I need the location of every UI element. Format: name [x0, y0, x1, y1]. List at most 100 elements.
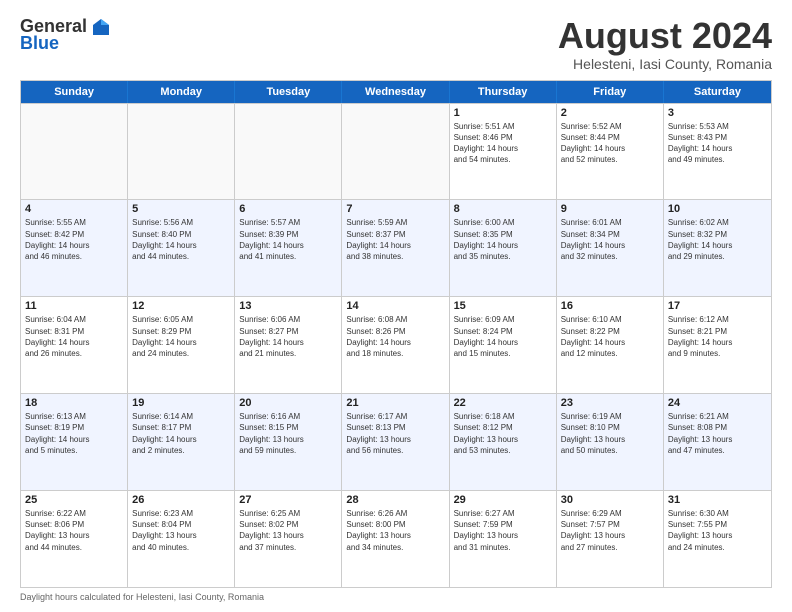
- day-info: Sunrise: 6:06 AM Sunset: 8:27 PM Dayligh…: [239, 314, 337, 359]
- header-day-saturday: Saturday: [664, 81, 771, 103]
- day-number: 23: [561, 397, 659, 409]
- empty-cell: [128, 104, 235, 200]
- day-number: 26: [132, 494, 230, 506]
- day-number: 27: [239, 494, 337, 506]
- empty-cell: [235, 104, 342, 200]
- day-cell-16: 16 Sunrise: 6:10 AM Sunset: 8:22 PM Dayli…: [557, 297, 664, 393]
- day-number: 18: [25, 397, 123, 409]
- day-number: 3: [668, 107, 767, 119]
- day-info: Sunrise: 5:57 AM Sunset: 8:39 PM Dayligh…: [239, 217, 337, 262]
- day-cell-23: 23Sunrise: 6:19 AM Sunset: 8:10 PM Dayli…: [557, 394, 664, 490]
- day-number: 16: [561, 300, 659, 312]
- day-info: Sunrise: 6:21 AM Sunset: 8:08 PM Dayligh…: [668, 411, 767, 456]
- day-number: 19: [132, 397, 230, 409]
- day-cell-26: 26 Sunrise: 6:23 AM Sunset: 8:04 PM Dayli…: [128, 491, 235, 587]
- day-number: 25: [25, 494, 123, 506]
- day-number: 2: [561, 107, 659, 119]
- day-number: 22: [454, 397, 552, 409]
- day-cell-8: 8 Sunrise: 6:00 AM Sunset: 8:35 PM Daylig…: [450, 200, 557, 296]
- day-number: 13: [239, 300, 337, 312]
- day-cell-1: 1Sunrise: 5:51 AM Sunset: 8:46 PM Daylig…: [450, 104, 557, 200]
- subtitle: Helesteni, Iasi County, Romania: [558, 56, 772, 72]
- day-info: Sunrise: 6:29 AM Sunset: 7:57 PM Dayligh…: [561, 508, 659, 553]
- day-info: Sunrise: 6:16 AM Sunset: 8:15 PM Dayligh…: [239, 411, 337, 456]
- header-day-sunday: Sunday: [21, 81, 128, 103]
- day-cell-27: 27 Sunrise: 6:25 AM Sunset: 8:02 PM Dayli…: [235, 491, 342, 587]
- day-info: Sunrise: 6:22 AM Sunset: 8:06 PM Dayligh…: [25, 508, 123, 553]
- header-day-friday: Friday: [557, 81, 664, 103]
- day-info: Sunrise: 6:14 AM Sunset: 8:17 PM Dayligh…: [132, 411, 230, 456]
- header-day-wednesday: Wednesday: [342, 81, 449, 103]
- empty-cell: [342, 104, 449, 200]
- day-number: 20: [239, 397, 337, 409]
- day-info: Sunrise: 6:00 AM Sunset: 8:35 PM Dayligh…: [454, 217, 552, 262]
- day-number: 12: [132, 300, 230, 312]
- logo: General Blue: [20, 16, 111, 54]
- day-cell-2: 2 Sunrise: 5:52 AM Sunset: 8:44 PM Daylig…: [557, 104, 664, 200]
- day-info: Sunrise: 5:52 AM Sunset: 8:44 PM Dayligh…: [561, 121, 659, 166]
- day-info: Sunrise: 6:30 AM Sunset: 7:55 PM Dayligh…: [668, 508, 767, 553]
- day-cell-4: 4Sunrise: 5:55 AM Sunset: 8:42 PM Daylig…: [21, 200, 128, 296]
- calendar-body: 1Sunrise: 5:51 AM Sunset: 8:46 PM Daylig…: [21, 103, 771, 587]
- calendar-row-4: 18 Sunrise: 6:13 AM Sunset: 8:19 PM Dayli…: [21, 393, 771, 490]
- header: General Blue August 2024 Helesteni, Iasi…: [20, 16, 772, 72]
- header-day-monday: Monday: [128, 81, 235, 103]
- day-cell-10: 10 Sunrise: 6:02 AM Sunset: 8:32 PM Dayli…: [664, 200, 771, 296]
- day-cell-7: 7Sunrise: 5:59 AM Sunset: 8:37 PM Daylig…: [342, 200, 449, 296]
- calendar-row-3: 11Sunrise: 6:04 AM Sunset: 8:31 PM Dayli…: [21, 296, 771, 393]
- page: General Blue August 2024 Helesteni, Iasi…: [0, 0, 792, 612]
- day-cell-31: 31Sunrise: 6:30 AM Sunset: 7:55 PM Dayli…: [664, 491, 771, 587]
- day-info: Sunrise: 6:09 AM Sunset: 8:24 PM Dayligh…: [454, 314, 552, 359]
- day-cell-5: 5Sunrise: 5:56 AM Sunset: 8:40 PM Daylig…: [128, 200, 235, 296]
- day-info: Sunrise: 5:59 AM Sunset: 8:37 PM Dayligh…: [346, 217, 444, 262]
- day-number: 10: [668, 203, 767, 215]
- day-number: 28: [346, 494, 444, 506]
- day-number: 17: [668, 300, 767, 312]
- day-info: Sunrise: 6:12 AM Sunset: 8:21 PM Dayligh…: [668, 314, 767, 359]
- day-number: 15: [454, 300, 552, 312]
- day-cell-14: 14Sunrise: 6:08 AM Sunset: 8:26 PM Dayli…: [342, 297, 449, 393]
- day-info: Sunrise: 6:08 AM Sunset: 8:26 PM Dayligh…: [346, 314, 444, 359]
- calendar-row-1: 1Sunrise: 5:51 AM Sunset: 8:46 PM Daylig…: [21, 103, 771, 200]
- day-info: Sunrise: 6:04 AM Sunset: 8:31 PM Dayligh…: [25, 314, 123, 359]
- day-info: Sunrise: 6:02 AM Sunset: 8:32 PM Dayligh…: [668, 217, 767, 262]
- month-title: August 2024: [558, 16, 772, 56]
- day-info: Sunrise: 6:17 AM Sunset: 8:13 PM Dayligh…: [346, 411, 444, 456]
- day-cell-25: 25 Sunrise: 6:22 AM Sunset: 8:06 PM Dayli…: [21, 491, 128, 587]
- day-cell-18: 18 Sunrise: 6:13 AM Sunset: 8:19 PM Dayli…: [21, 394, 128, 490]
- title-section: August 2024 Helesteni, Iasi County, Roma…: [558, 16, 772, 72]
- day-info: Sunrise: 6:05 AM Sunset: 8:29 PM Dayligh…: [132, 314, 230, 359]
- day-info: Sunrise: 6:18 AM Sunset: 8:12 PM Dayligh…: [454, 411, 552, 456]
- calendar-row-5: 25 Sunrise: 6:22 AM Sunset: 8:06 PM Dayli…: [21, 490, 771, 587]
- day-cell-11: 11Sunrise: 6:04 AM Sunset: 8:31 PM Dayli…: [21, 297, 128, 393]
- day-info: Sunrise: 6:13 AM Sunset: 8:19 PM Dayligh…: [25, 411, 123, 456]
- day-cell-29: 29 Sunrise: 6:27 AM Sunset: 7:59 PM Dayli…: [450, 491, 557, 587]
- day-info: Sunrise: 6:25 AM Sunset: 8:02 PM Dayligh…: [239, 508, 337, 553]
- day-info: Sunrise: 6:27 AM Sunset: 7:59 PM Dayligh…: [454, 508, 552, 553]
- day-number: 29: [454, 494, 552, 506]
- empty-cell: [21, 104, 128, 200]
- day-cell-28: 28 Sunrise: 6:26 AM Sunset: 8:00 PM Dayli…: [342, 491, 449, 587]
- logo-blue-text: Blue: [20, 33, 59, 54]
- day-number: 21: [346, 397, 444, 409]
- day-number: 24: [668, 397, 767, 409]
- calendar-row-2: 4Sunrise: 5:55 AM Sunset: 8:42 PM Daylig…: [21, 199, 771, 296]
- day-info: Sunrise: 6:23 AM Sunset: 8:04 PM Dayligh…: [132, 508, 230, 553]
- day-info: Sunrise: 6:01 AM Sunset: 8:34 PM Dayligh…: [561, 217, 659, 262]
- footer-note: Daylight hours calculated for Helesteni,…: [20, 592, 772, 602]
- day-info: Sunrise: 6:10 AM Sunset: 8:22 PM Dayligh…: [561, 314, 659, 359]
- day-cell-30: 30 Sunrise: 6:29 AM Sunset: 7:57 PM Dayli…: [557, 491, 664, 587]
- day-cell-6: 6 Sunrise: 5:57 AM Sunset: 8:39 PM Daylig…: [235, 200, 342, 296]
- day-cell-20: 20 Sunrise: 6:16 AM Sunset: 8:15 PM Dayli…: [235, 394, 342, 490]
- header-day-tuesday: Tuesday: [235, 81, 342, 103]
- day-cell-24: 24 Sunrise: 6:21 AM Sunset: 8:08 PM Dayli…: [664, 394, 771, 490]
- day-number: 6: [239, 203, 337, 215]
- day-info: Sunrise: 6:26 AM Sunset: 8:00 PM Dayligh…: [346, 508, 444, 553]
- day-number: 8: [454, 203, 552, 215]
- day-number: 30: [561, 494, 659, 506]
- day-number: 5: [132, 203, 230, 215]
- day-cell-15: 15 Sunrise: 6:09 AM Sunset: 8:24 PM Dayli…: [450, 297, 557, 393]
- day-cell-21: 21 Sunrise: 6:17 AM Sunset: 8:13 PM Dayli…: [342, 394, 449, 490]
- day-number: 1: [454, 107, 552, 119]
- day-cell-22: 22 Sunrise: 6:18 AM Sunset: 8:12 PM Dayli…: [450, 394, 557, 490]
